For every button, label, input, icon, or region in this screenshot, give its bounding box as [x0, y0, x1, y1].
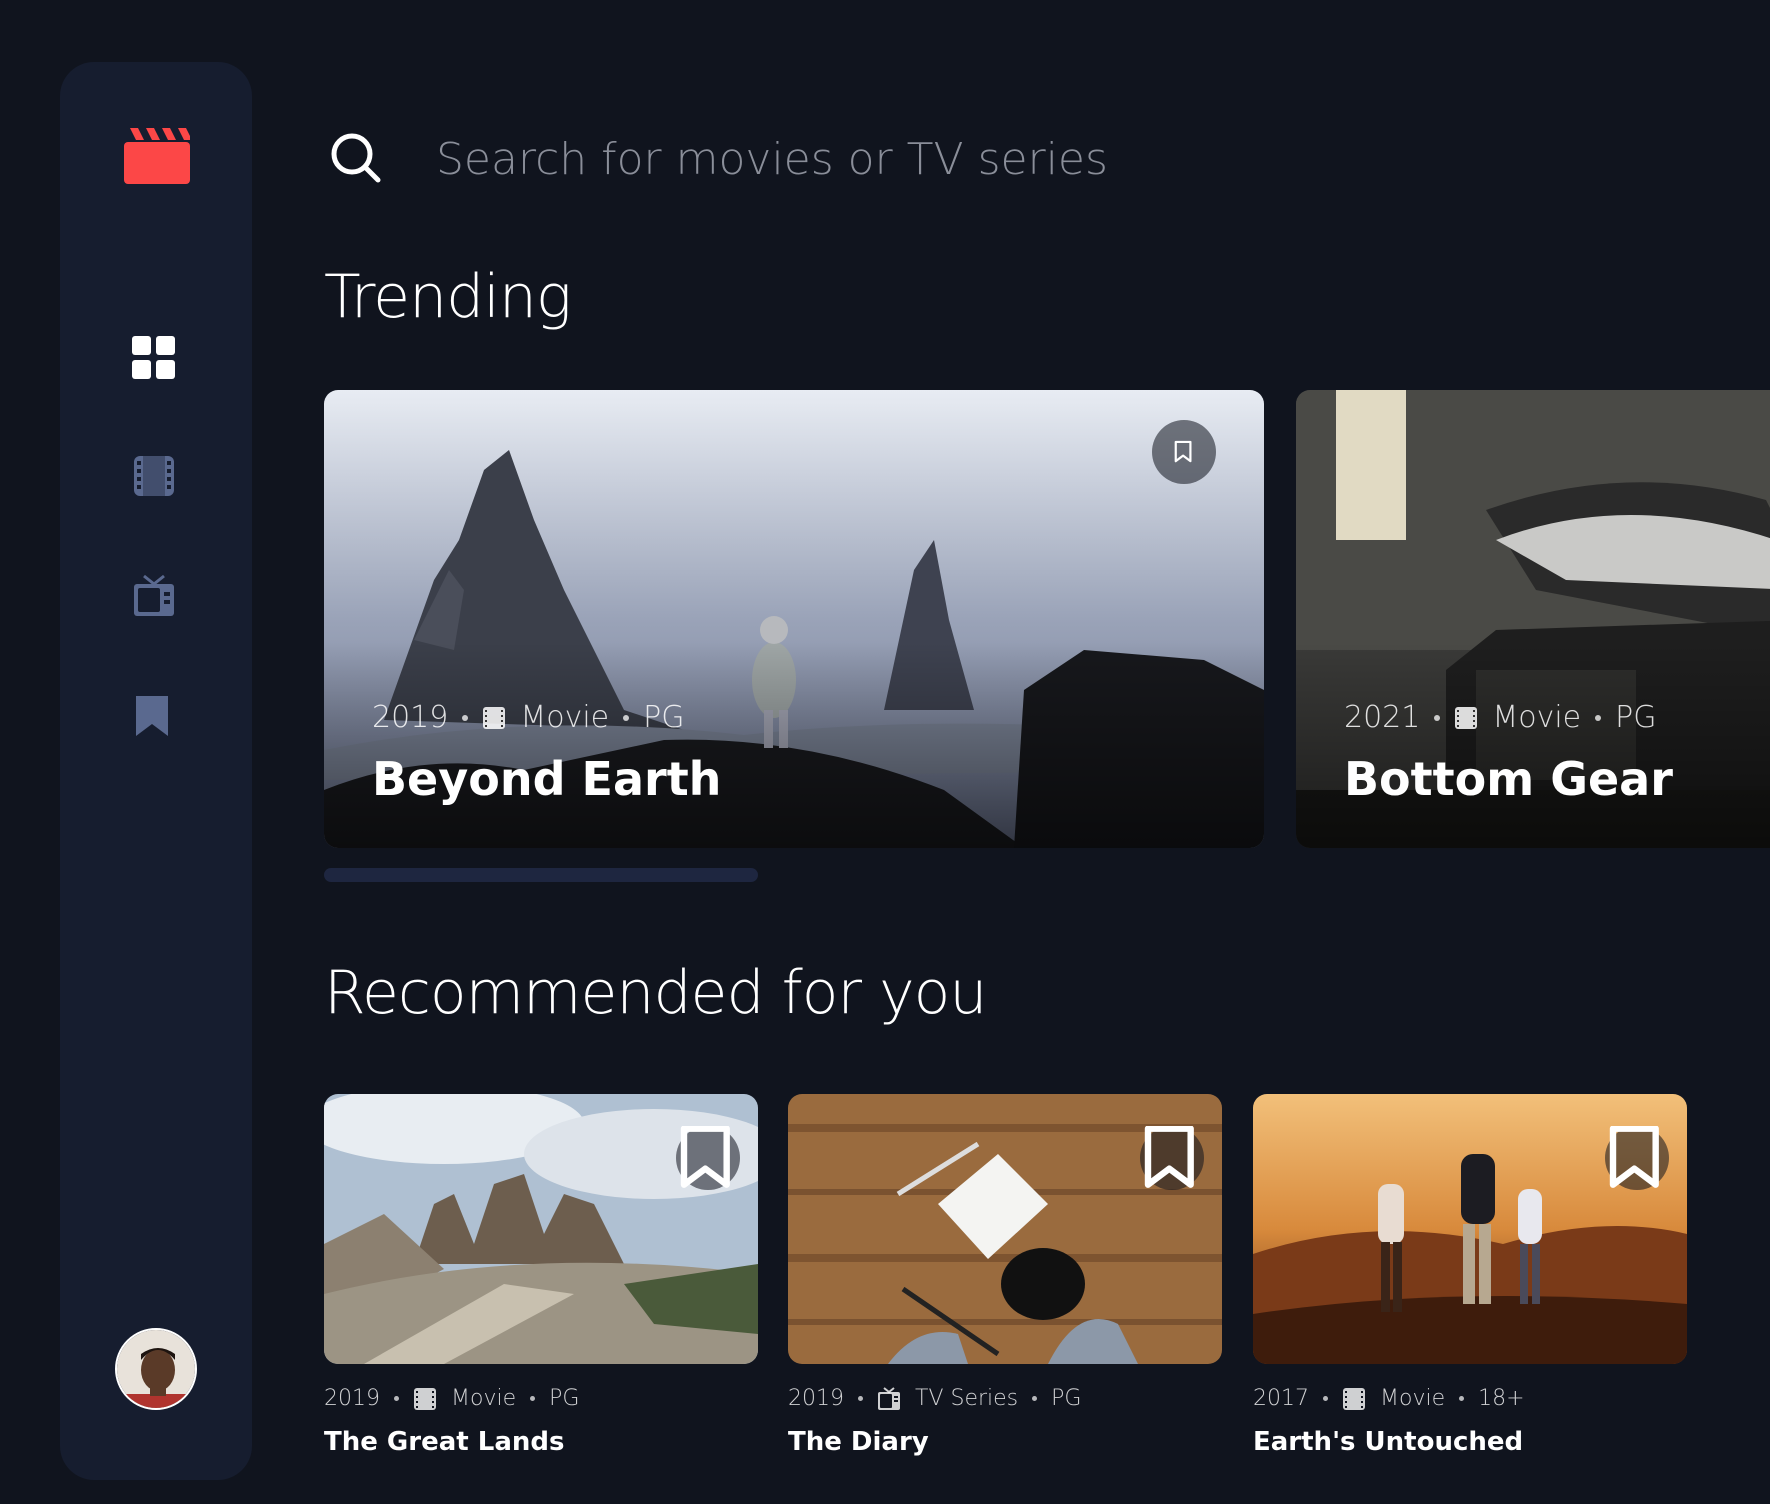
- recommended-meta: 2019 Movie PG: [324, 1386, 758, 1411]
- film-icon: [134, 456, 174, 496]
- separator-dot: [1459, 1396, 1465, 1401]
- recommended-card[interactable]: 2017 Movie 18+ Earth's Untouched: [1253, 1094, 1687, 1457]
- trending-heading: Trending: [324, 262, 572, 332]
- bookmark-icon: [136, 696, 168, 736]
- separator-dot: [1595, 714, 1602, 721]
- recommended-title: Earth's Untouched: [1253, 1427, 1524, 1457]
- year: 2021: [1344, 700, 1421, 735]
- trending-meta: 2019 Movie PG: [372, 700, 685, 735]
- year: 2019: [324, 1386, 380, 1411]
- bookmark-outline-icon: [1174, 440, 1192, 463]
- separator-dot: [1323, 1396, 1328, 1401]
- separator-dot: [1434, 714, 1441, 721]
- recommended-thumbnail: [1253, 1094, 1687, 1364]
- category: TV Series: [915, 1386, 1019, 1411]
- film-icon: [483, 706, 506, 729]
- year: 2019: [372, 700, 449, 735]
- nav-movies[interactable]: [132, 454, 176, 498]
- grid-icon: [132, 336, 175, 379]
- year: 2017: [1253, 1386, 1309, 1411]
- tv-icon: [134, 574, 174, 616]
- trending-title: Bottom Gear: [1344, 752, 1673, 806]
- separator-dot: [623, 714, 630, 721]
- nav-tv-series[interactable]: [132, 574, 176, 618]
- bookmark-outline-icon: [1144, 1126, 1194, 1188]
- category: Movie: [1380, 1386, 1446, 1411]
- nav-home[interactable]: [132, 336, 176, 380]
- film-icon: [1455, 706, 1478, 729]
- separator-dot: [530, 1396, 536, 1401]
- recommended-card[interactable]: 2019 TV Series PG The Diary: [788, 1094, 1222, 1457]
- tv-icon: [878, 1386, 900, 1410]
- recommended-thumbnail: [788, 1094, 1222, 1364]
- carousel-scrollbar[interactable]: [324, 868, 758, 882]
- recommended-card[interactable]: 2019 Movie PG The Great Lands: [324, 1094, 758, 1457]
- rating: PG: [1615, 700, 1657, 735]
- bookmark-button[interactable]: [1605, 1126, 1669, 1190]
- separator-dot: [394, 1396, 399, 1401]
- trending-card[interactable]: 2019 Movie PG Beyond Earth: [324, 390, 1264, 848]
- category: Movie: [520, 700, 610, 735]
- bookmark-outline-icon: [1609, 1126, 1659, 1188]
- trending-card[interactable]: 2021 Movie PG Bottom Gear: [1296, 390, 1770, 848]
- rating: PG: [1051, 1386, 1082, 1411]
- trending-meta: 2021 Movie PG: [1344, 700, 1657, 735]
- recommended-thumbnail: [324, 1094, 758, 1364]
- film-icon: [414, 1387, 436, 1410]
- bookmark-outline-icon: [680, 1126, 730, 1188]
- separator-dot: [1032, 1396, 1038, 1401]
- recommended-meta: 2019 TV Series PG: [788, 1386, 1222, 1411]
- category: Movie: [451, 1386, 517, 1411]
- avatar[interactable]: [115, 1328, 197, 1410]
- bookmark-button[interactable]: [676, 1126, 740, 1190]
- bookmark-button[interactable]: [1140, 1126, 1204, 1190]
- rating: PG: [643, 700, 685, 735]
- nav-bookmarks[interactable]: [132, 694, 176, 738]
- separator-dot: [462, 714, 469, 721]
- year: 2019: [788, 1386, 844, 1411]
- search-input[interactable]: [436, 124, 1536, 194]
- rating: PG: [549, 1386, 580, 1411]
- recommended-meta: 2017 Movie 18+: [1253, 1386, 1687, 1411]
- bookmark-button[interactable]: [1152, 420, 1216, 484]
- trending-title: Beyond Earth: [372, 752, 722, 806]
- rating: 18+: [1478, 1386, 1525, 1411]
- logo-icon[interactable]: [124, 128, 190, 184]
- film-icon: [1343, 1387, 1365, 1410]
- category: Movie: [1492, 700, 1582, 735]
- search-icon[interactable]: [330, 132, 382, 184]
- separator-dot: [858, 1396, 863, 1401]
- recommended-title: The Diary: [788, 1427, 929, 1457]
- recommended-heading: Recommended for you: [324, 958, 987, 1028]
- sidebar: [60, 62, 252, 1480]
- recommended-title: The Great Lands: [324, 1427, 565, 1457]
